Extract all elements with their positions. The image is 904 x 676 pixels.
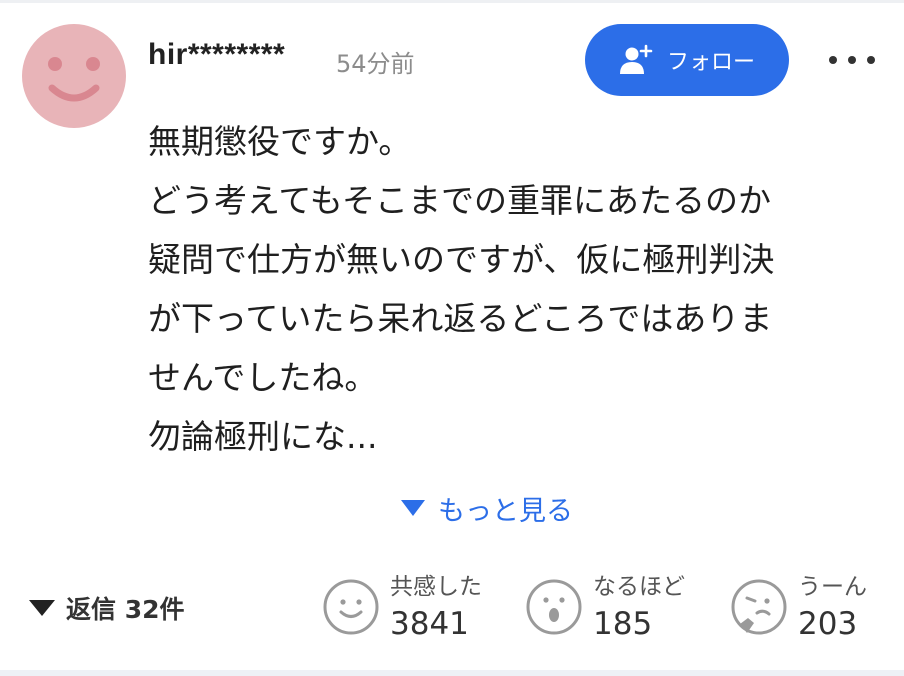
comment-line: 疑問で仕方が無いのですが、仮に極刑判決 xyxy=(148,240,775,279)
smile-face-icon xyxy=(323,579,379,635)
comment-body: 無期懲役ですか。 どう考えてもそこまでの重罪にあたるのか 疑問で仕方が無いのです… xyxy=(148,112,878,466)
surprised-face-icon xyxy=(526,579,582,635)
thinking-face-icon xyxy=(731,579,787,635)
more-dots-icon xyxy=(829,56,875,64)
reaction-count: 3841 xyxy=(390,606,469,642)
follow-label: フォロー xyxy=(666,50,755,75)
more-options-button[interactable] xyxy=(820,44,884,76)
replies-toggle[interactable]: 返信 32件 xyxy=(28,590,185,626)
replies-label: 返信 32件 xyxy=(66,595,185,624)
bottom-divider xyxy=(0,670,904,676)
username[interactable]: hir******** xyxy=(148,38,285,72)
comment-line: 勿論極刑にな... xyxy=(148,417,378,456)
comment-line: が下っていたら呆れ返るどころではありま xyxy=(148,299,773,338)
see-more-label: もっと見る xyxy=(438,495,573,527)
reaction-empathy-button[interactable]: 共感した 3841 xyxy=(322,570,482,644)
reaction-count: 185 xyxy=(593,606,653,642)
reaction-label: 共感した xyxy=(390,574,482,600)
comment-line: どう考えてもそこまでの重罪にあたるのか xyxy=(148,181,772,220)
reaction-insightful-button[interactable]: なるほど 185 xyxy=(525,570,685,644)
triangle-down-icon xyxy=(29,600,55,616)
reaction-hmm-button[interactable]: うーん 203 xyxy=(730,570,867,644)
follow-button[interactable]: フォロー xyxy=(585,24,789,96)
top-divider xyxy=(0,0,904,3)
reaction-label: なるほど xyxy=(593,574,685,600)
reaction-count: 203 xyxy=(798,606,858,642)
avatar[interactable] xyxy=(22,24,126,128)
comment-line: 無期懲役ですか。 xyxy=(148,122,412,161)
triangle-down-icon xyxy=(401,500,425,516)
avatar-face-icon xyxy=(48,57,100,102)
comment-card: hir******** 54分前 フォロー 無期懲役ですか。 どう考えてもそこま… xyxy=(0,0,904,676)
timestamp: 54分前 xyxy=(336,50,415,78)
see-more-button[interactable]: もっと見る xyxy=(400,488,573,528)
reaction-label: うーん xyxy=(798,574,867,600)
add-user-icon xyxy=(619,44,655,76)
comment-line: せんでしたね。 xyxy=(148,358,378,397)
